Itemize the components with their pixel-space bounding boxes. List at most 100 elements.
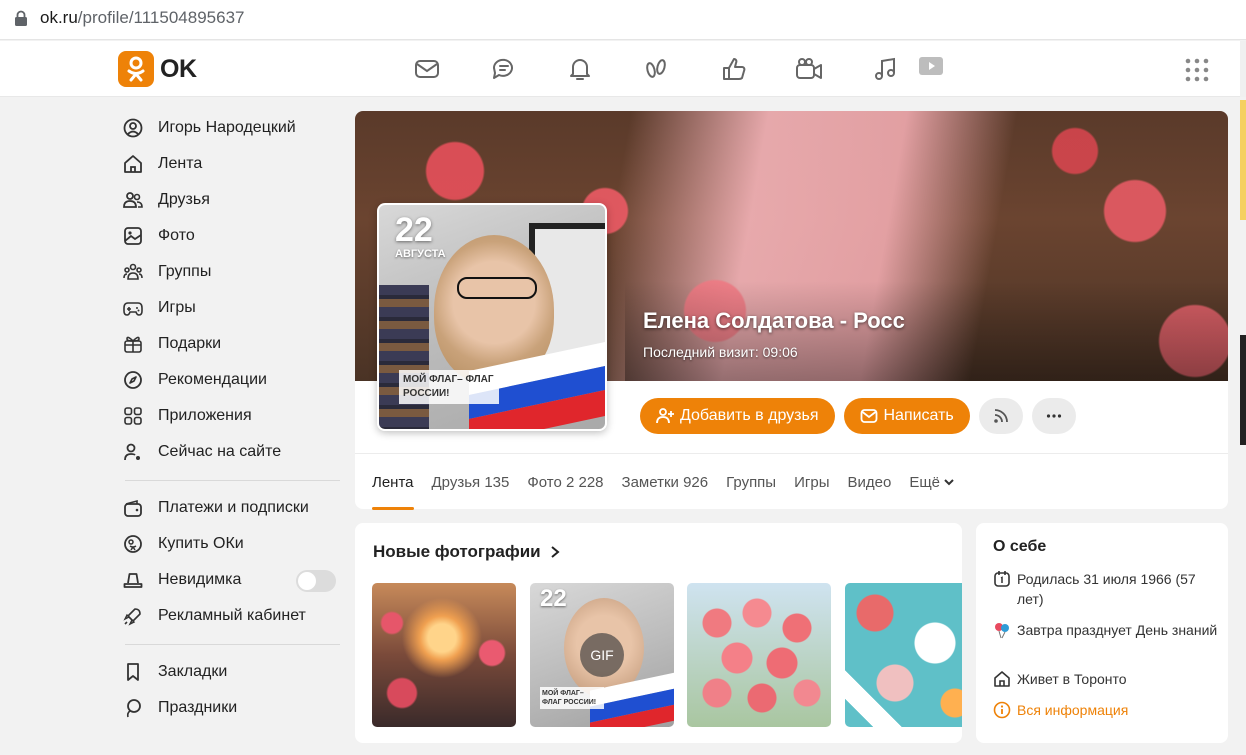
sidebar-item-gifts[interactable]: Подарки: [120, 326, 345, 362]
sidebar-item-friends[interactable]: Друзья: [120, 182, 345, 218]
photo-thumbnail-gif[interactable]: 22 МОЙ ФЛАГ– ФЛАГ РОССИИ! GIF: [530, 583, 674, 727]
balloons-icon: [993, 621, 1011, 639]
groups-icon: [122, 261, 144, 283]
sidebar-item-label: Невидимка: [158, 571, 242, 588]
sidebar-item-label: Лента: [158, 155, 203, 172]
subscribe-button[interactable]: [978, 398, 1023, 434]
sidebar-item-invisible[interactable]: Невидимка: [120, 562, 345, 598]
bookmark-icon: [122, 661, 144, 683]
wallet-icon: [122, 497, 144, 519]
profile-avatar[interactable]: 22 АВГУСТА МОЙ ФЛАГ– ФЛАГ РОССИИ!: [377, 203, 607, 431]
logo-text: OK: [160, 54, 197, 83]
sidebar-item-apps[interactable]: Приложения: [120, 398, 345, 434]
sidebar-item-profile[interactable]: Игорь Народецкий: [120, 110, 345, 146]
tab-games[interactable]: Игры: [794, 454, 829, 510]
gif-badge: GIF: [580, 633, 624, 677]
sidebar-item-ads[interactable]: Рекламный кабинет: [120, 598, 345, 634]
message-icon: [860, 409, 877, 423]
avatar-date-month: АВГУСТА: [395, 248, 446, 260]
events-icon[interactable]: [720, 55, 748, 83]
video-player-icon[interactable]: [917, 53, 945, 81]
write-message-button[interactable]: Написать: [843, 398, 970, 434]
photo-icon: [122, 225, 144, 247]
sidebar-item-label: Друзья: [158, 191, 210, 208]
sidebar-item-online[interactable]: Сейчас на сайте: [120, 434, 345, 470]
side-accent: [1240, 100, 1246, 220]
photo-thumbnail-collage[interactable]: [845, 583, 962, 727]
tab-feed[interactable]: Лента: [372, 454, 414, 510]
tab-groups[interactable]: Группы: [726, 454, 776, 510]
tab-photos[interactable]: Фото 2 228: [527, 454, 603, 510]
sidebar-item-label: Закладки: [158, 663, 228, 680]
sidebar-item-photo[interactable]: Фото: [120, 218, 345, 254]
chevron-down-icon: [944, 479, 954, 486]
about-holiday-text: Завтра празднует День знаний: [1017, 622, 1218, 638]
tab-video[interactable]: Видео: [847, 454, 891, 510]
rss-icon: [993, 409, 1008, 423]
tab-friends[interactable]: Друзья 135: [432, 454, 510, 510]
sidebar-item-holidays[interactable]: Праздники: [120, 690, 345, 726]
sidebar-item-feed[interactable]: Лента: [120, 146, 345, 182]
apps-menu-icon[interactable]: [1184, 57, 1210, 83]
sidebar-item-recommendations[interactable]: Рекомендации: [120, 362, 345, 398]
sidebar-item-label: Купить ОКи: [158, 535, 244, 552]
calendar-icon: [993, 570, 1011, 588]
new-photos-title[interactable]: Новые фотографии: [373, 542, 561, 562]
tab-more-label: Ещё: [909, 473, 941, 491]
info-icon: [993, 701, 1011, 719]
sidebar-item-label: Платежи и подписки: [158, 499, 309, 516]
apps-grid-icon: [122, 405, 144, 427]
online-user-icon: [122, 441, 144, 463]
thumb-flag-badge: МОЙ ФЛАГ– ФЛАГ РОССИИ!: [540, 687, 604, 709]
side-accent-dark: [1240, 335, 1246, 445]
avatar-flag-badge: МОЙ ФЛАГ– ФЛАГ РОССИИ!: [399, 370, 499, 404]
invisible-toggle[interactable]: [296, 570, 336, 592]
photo-thumbnail-roses[interactable]: [687, 583, 831, 727]
more-button[interactable]: [1031, 398, 1076, 434]
video-icon[interactable]: [795, 55, 823, 83]
hat-icon: [122, 569, 144, 591]
scrollbar-track[interactable]: [1240, 41, 1246, 97]
profile-tabs: Лента Друзья 135 Фото 2 228 Заметки 926 …: [355, 453, 1228, 510]
tab-more[interactable]: Ещё: [909, 454, 955, 510]
new-photos-card: Новые фотографии 22 МОЙ ФЛАГ– ФЛАГ РОССИ…: [355, 523, 962, 743]
add-friend-button[interactable]: Добавить в друзья: [640, 398, 835, 434]
sidebar-item-label: Фото: [158, 227, 195, 244]
sidebar-item-groups[interactable]: Группы: [120, 254, 345, 290]
sidebar-item-label: Группы: [158, 263, 212, 280]
notifications-icon[interactable]: [566, 55, 594, 83]
gift-icon: [122, 333, 144, 355]
sidebar-divider: [125, 480, 340, 481]
new-photos-title-text: Новые фотографии: [373, 542, 541, 561]
sidebar-item-buy-oks[interactable]: Купить ОКи: [120, 526, 345, 562]
about-birth-text: Родилась 31 июля 1966 (57 лет): [1017, 571, 1196, 607]
thumb-date-number: 22: [540, 585, 567, 612]
sidebar-divider: [125, 644, 340, 645]
sidebar-item-label: Подарки: [158, 335, 222, 352]
gamepad-icon: [122, 297, 144, 319]
discussions-icon[interactable]: [489, 55, 517, 83]
guests-icon[interactable]: [642, 55, 670, 83]
sidebar-item-games[interactable]: Игры: [120, 290, 345, 326]
all-info-link[interactable]: Вся информация: [993, 700, 1218, 720]
photo-thumbnail-garden[interactable]: [372, 583, 516, 727]
add-friend-label: Добавить в друзья: [680, 407, 819, 424]
profile-name: Елена Солдатова - Росс: [643, 308, 905, 333]
compass-icon: [122, 369, 144, 391]
home-icon: [993, 670, 1011, 688]
sidebar-item-label: Игорь Народецкий: [158, 119, 296, 136]
site-header: OK: [0, 41, 1246, 97]
sidebar-item-label: Рекламный кабинет: [158, 607, 306, 624]
music-icon[interactable]: [872, 55, 900, 83]
sidebar-item-label: Игры: [158, 299, 196, 316]
sidebar-item-bookmarks[interactable]: Закладки: [120, 654, 345, 690]
avatar-bookshelf: [379, 285, 429, 429]
ok-logo[interactable]: OK: [118, 51, 197, 87]
url-field[interactable]: ok.ru/profile/111504895637: [40, 8, 244, 28]
left-sidebar: Игорь Народецкий Лента Друзья Фото Групп…: [120, 110, 345, 726]
messages-icon[interactable]: [413, 55, 441, 83]
sidebar-item-payments[interactable]: Платежи и подписки: [120, 490, 345, 526]
tab-notes[interactable]: Заметки 926: [622, 454, 709, 510]
more-dots-icon: [1046, 414, 1061, 418]
chevron-right-icon: [550, 546, 560, 558]
